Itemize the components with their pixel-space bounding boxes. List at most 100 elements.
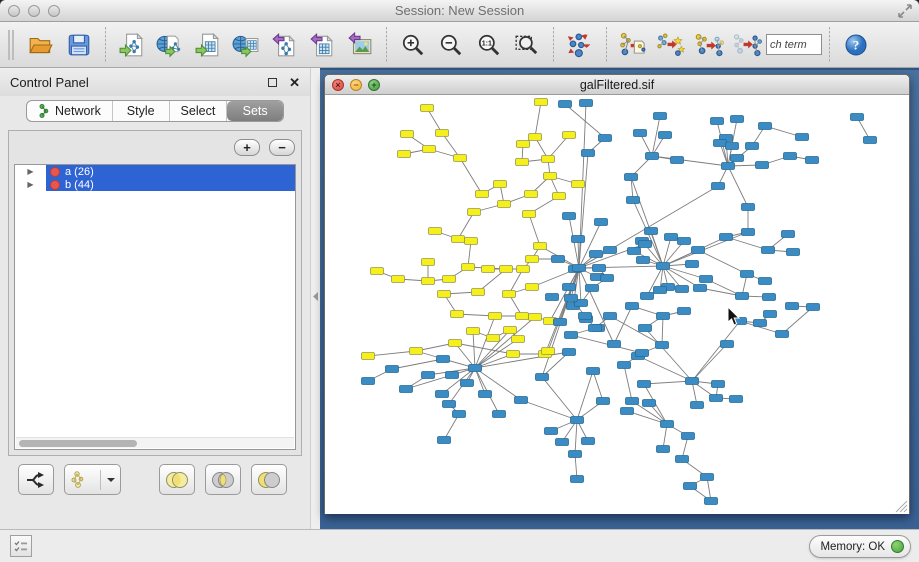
union-button[interactable] bbox=[159, 464, 195, 495]
list-item-set-b[interactable]: ▶ b (44) bbox=[15, 178, 295, 191]
select-first-neighbors-button[interactable] bbox=[690, 26, 728, 64]
app-window: Session: New Session bbox=[0, 0, 919, 562]
split-sets-icon bbox=[24, 469, 48, 491]
create-set-from-network-icon bbox=[69, 469, 95, 491]
new-network-from-selection-button[interactable] bbox=[652, 26, 690, 64]
window-controls bbox=[8, 5, 60, 17]
zoom-actual-size-icon: 1:1 bbox=[476, 32, 502, 58]
expander-icon[interactable]: ▶ bbox=[15, 167, 46, 176]
tab-select[interactable]: Select bbox=[170, 101, 228, 121]
set-label: b (44) bbox=[65, 179, 94, 191]
split-sets-button[interactable] bbox=[18, 464, 54, 495]
copy-view-to-new-network-button[interactable] bbox=[614, 26, 652, 64]
network-window-title: galFiltered.sif bbox=[325, 78, 909, 92]
import-table-database-icon bbox=[232, 32, 260, 58]
window-title: Session: New Session bbox=[0, 3, 919, 18]
sets-list: ▶ a (26) ▶ b (44) bbox=[14, 164, 296, 450]
add-set-button[interactable]: + bbox=[234, 139, 260, 156]
open-session-button[interactable] bbox=[22, 26, 60, 64]
close-panel-icon[interactable]: ✕ bbox=[289, 76, 300, 89]
create-set-button[interactable] bbox=[64, 464, 121, 495]
network-canvas-svg[interactable] bbox=[325, 95, 909, 514]
intersection-icon bbox=[209, 469, 237, 491]
import-table-file-button[interactable] bbox=[189, 26, 227, 64]
toolbar-separator bbox=[829, 27, 830, 63]
minimize-network-button[interactable]: − bbox=[350, 79, 362, 91]
import-network-file-button[interactable] bbox=[113, 26, 151, 64]
export-image-button[interactable] bbox=[341, 26, 379, 64]
close-window-button[interactable] bbox=[8, 5, 20, 17]
list-item-set-a[interactable]: ▶ a (26) bbox=[15, 165, 295, 178]
network-desktop: × − + galFiltered.sif bbox=[320, 68, 919, 529]
tab-label: Select bbox=[181, 104, 216, 118]
control-panel-header: Control Panel ✕ bbox=[0, 68, 310, 96]
intersection-button[interactable] bbox=[205, 464, 241, 495]
export-image-icon bbox=[347, 32, 373, 58]
tab-label: Network bbox=[55, 104, 101, 118]
chevron-down-icon[interactable] bbox=[106, 476, 116, 484]
close-network-button[interactable]: × bbox=[332, 79, 344, 91]
toolbar-separator bbox=[606, 27, 607, 63]
remove-set-button[interactable]: − bbox=[269, 139, 295, 156]
zoom-actual-size-button[interactable]: 1:1 bbox=[470, 26, 508, 64]
toolbar-drag-handle[interactable] bbox=[8, 30, 14, 60]
memory-status-button[interactable]: Memory: OK bbox=[809, 535, 911, 558]
tab-label: Style bbox=[127, 104, 155, 118]
sets-panel: + − ▶ a (26) ▶ b (44) bbox=[8, 130, 302, 456]
horizontal-scrollbar[interactable] bbox=[16, 437, 294, 448]
tab-network[interactable]: Network bbox=[27, 101, 113, 121]
toolbar-separator bbox=[386, 27, 387, 63]
sets-toolbar bbox=[18, 464, 287, 495]
zoom-in-button[interactable] bbox=[394, 26, 432, 64]
tab-sets[interactable]: Sets bbox=[227, 101, 283, 121]
network-tab-icon bbox=[38, 104, 50, 118]
minimize-window-button[interactable] bbox=[28, 5, 40, 17]
control-panel: Control Panel ✕ Network Style Select Set… bbox=[0, 68, 310, 529]
zoom-out-button[interactable] bbox=[432, 26, 470, 64]
button-divider bbox=[100, 470, 101, 490]
fullscreen-icon[interactable] bbox=[897, 3, 913, 19]
apply-layout-button[interactable] bbox=[561, 26, 599, 64]
resize-grip-icon[interactable] bbox=[895, 500, 908, 513]
toolbar-separator bbox=[105, 27, 106, 63]
save-session-button[interactable] bbox=[60, 26, 98, 64]
control-panel-title: Control Panel bbox=[10, 75, 268, 90]
apply-layout-icon bbox=[566, 31, 594, 59]
extend-selection-button[interactable] bbox=[728, 26, 766, 64]
import-network-database-icon bbox=[156, 32, 184, 58]
panel-splitter[interactable] bbox=[310, 68, 320, 529]
control-panel-tabs: Network Style Select Sets bbox=[26, 100, 284, 122]
select-first-neighbors-icon bbox=[694, 31, 724, 59]
export-table-button[interactable] bbox=[303, 26, 341, 64]
set-color-dot bbox=[50, 180, 60, 190]
tab-style[interactable]: Style bbox=[113, 101, 170, 121]
search-input[interactable] bbox=[766, 34, 822, 55]
import-network-database-button[interactable] bbox=[151, 26, 189, 64]
task-checklist-icon bbox=[14, 539, 28, 553]
zoom-window-button[interactable] bbox=[48, 5, 60, 17]
help-icon: ? bbox=[844, 33, 868, 57]
task-history-button[interactable] bbox=[10, 535, 32, 557]
scrollbar-thumb[interactable] bbox=[19, 440, 137, 447]
zoom-fit-button[interactable] bbox=[508, 26, 546, 64]
export-network-icon bbox=[271, 32, 297, 58]
svg-text:?: ? bbox=[853, 37, 860, 52]
open-session-icon bbox=[28, 32, 54, 58]
difference-button[interactable] bbox=[251, 464, 287, 495]
network-canvas[interactable] bbox=[325, 95, 909, 514]
expander-icon[interactable]: ▶ bbox=[15, 180, 46, 189]
network-window-titlebar[interactable]: × − + galFiltered.sif bbox=[325, 75, 909, 95]
copy-view-to-new-network-icon bbox=[618, 31, 648, 59]
zoom-out-icon bbox=[438, 32, 464, 58]
status-bar: Memory: OK bbox=[0, 529, 919, 562]
float-panel-icon[interactable] bbox=[268, 78, 277, 87]
network-window[interactable]: × − + galFiltered.sif bbox=[324, 74, 910, 514]
toolbar-separator bbox=[553, 27, 554, 63]
save-session-icon bbox=[66, 32, 92, 58]
help-button[interactable]: ? bbox=[837, 26, 875, 64]
maximize-network-button[interactable]: + bbox=[368, 79, 380, 91]
import-table-database-button[interactable] bbox=[227, 26, 265, 64]
export-network-button[interactable] bbox=[265, 26, 303, 64]
set-color-dot bbox=[50, 167, 60, 177]
splitter-collapse-handle[interactable] bbox=[313, 292, 318, 301]
